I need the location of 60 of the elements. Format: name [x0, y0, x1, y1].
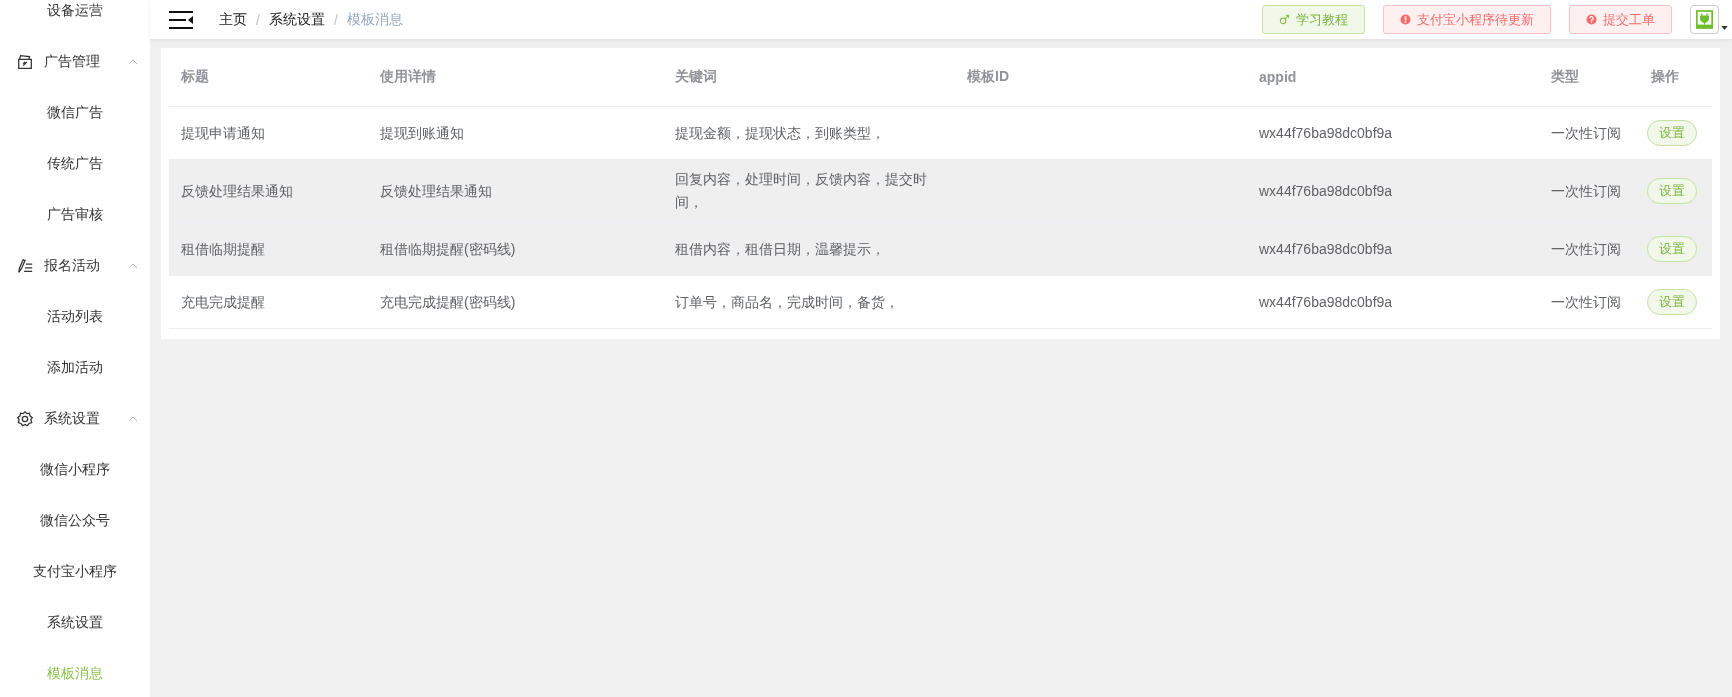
table-cell-text: 租借临期提醒 — [180, 239, 266, 259]
table-row[interactable]: 租借临期提醒 租借临期提醒(密码线) 租借内容，租借日期，温馨提示， wx44f76ba98dc0bf9a 一次性订阅 设置 — [169, 223, 1712, 276]
table-cell-text: 充电完成提醒(密码线) — [379, 292, 517, 312]
table-cell-text: wx44f76ba98dc0bf9a — [1258, 181, 1394, 201]
sidebar-group-label[interactable]: 系统设置 — [44, 409, 100, 428]
table-cell-text: 反馈处理结果通知 — [180, 181, 294, 201]
table-cell-text: wx44f76ba98dc0bf9a — [1258, 239, 1394, 259]
column-header: 类型 — [1550, 68, 1580, 86]
breadcrumb-separator: / — [256, 11, 260, 28]
table-cell-text: 充电完成提醒 — [180, 292, 266, 312]
column-header: appid — [1258, 69, 1298, 85]
table-cell-text: wx44f76ba98dc0bf9a — [1258, 123, 1394, 143]
sidebar-item[interactable]: 微信公众号 — [0, 495, 150, 546]
column-header: 关键词 — [674, 68, 718, 86]
sidebar-group-label[interactable]: 报名活动 — [44, 256, 100, 275]
table-row[interactable]: 充电完成提醒 充电完成提醒(密码线) 订单号，商品名，完成时间，备货， wx44f76ba98dc0bf9a 一次性订阅 设置 — [169, 276, 1712, 329]
table-cell-text: 提现到账通知 — [379, 123, 465, 143]
sidebar-item[interactable]: 微信广告 — [0, 87, 150, 138]
table-cell-text: 回复内容，处理时间，反馈内容，提交时间， — [674, 170, 928, 212]
table-row[interactable]: 反馈处理结果通知 反馈处理结果通知 回复内容，处理时间，反馈内容，提交时间， wx44f76ba98dc0bf9a 一次性订阅 设置 — [169, 160, 1712, 223]
table-cell-text: 一次性订阅 — [1550, 123, 1622, 143]
table-cell-text: 租借临期提醒(密码线) — [379, 239, 517, 259]
caret-icon[interactable] — [1721, 26, 1728, 30]
male-sign-icon — [1279, 14, 1290, 25]
pencil-list-icon — [16, 256, 34, 275]
chevron-icon[interactable] — [128, 415, 138, 422]
table-cell-text: 订单号，商品名，完成时间，备货， — [674, 292, 900, 312]
settings-icon — [16, 409, 34, 428]
sidebar-item[interactable]: 设备运营 — [0, 0, 150, 36]
table-cell-text: 一次性订阅 — [1550, 239, 1622, 259]
table-cell-text: 提现金额，提现状态，到账类型， — [674, 123, 886, 143]
sidebar-item[interactable]: 微信小程序 — [0, 444, 150, 495]
breadcrumb-separator: / — [333, 11, 338, 28]
sidebar-group-label[interactable]: 广告管理 — [44, 52, 100, 71]
sidebar-item[interactable]: 支付宝小程序 — [0, 546, 150, 597]
help-icon — [1586, 14, 1597, 25]
chevron-icon[interactable] — [128, 58, 138, 65]
sidebar-item[interactable]: 广告审核 — [0, 189, 150, 240]
sidebar-item[interactable]: 活动列表 — [0, 291, 150, 342]
chevron-icon[interactable] — [128, 262, 138, 269]
menu-icon[interactable] — [169, 9, 193, 30]
table-cell-text: 一次性订阅 — [1550, 292, 1622, 312]
card-stack-icon — [16, 52, 34, 71]
breadcrumb-item[interactable]: 系统设置 — [268, 10, 325, 29]
sidebar-item[interactable]: 添加活动 — [0, 342, 150, 393]
sidebar-item[interactable]: 传统广告 — [0, 138, 150, 189]
alert-icon — [1400, 14, 1411, 25]
breadcrumb-item[interactable]: 主页 — [219, 10, 247, 29]
column-header: 使用详情 — [379, 68, 437, 86]
table-cell-text: 反馈处理结果通知 — [379, 181, 493, 201]
column-header: 操作 — [1650, 68, 1680, 86]
table-cell-text: 一次性订阅 — [1550, 181, 1622, 201]
table-cell-text: 提现申请通知 — [180, 123, 266, 143]
table-cell-text: wx44f76ba98dc0bf9a — [1258, 292, 1394, 312]
table-cell-text: 租借内容，租借日期，温馨提示， — [674, 239, 886, 259]
breadcrumb-item: 模板消息 — [346, 10, 403, 29]
column-header: 模板ID — [966, 68, 1010, 86]
column-header: 标题 — [180, 68, 210, 86]
sidebar-item[interactable]: 系统设置 — [0, 597, 150, 648]
plug-icon — [1696, 10, 1713, 29]
